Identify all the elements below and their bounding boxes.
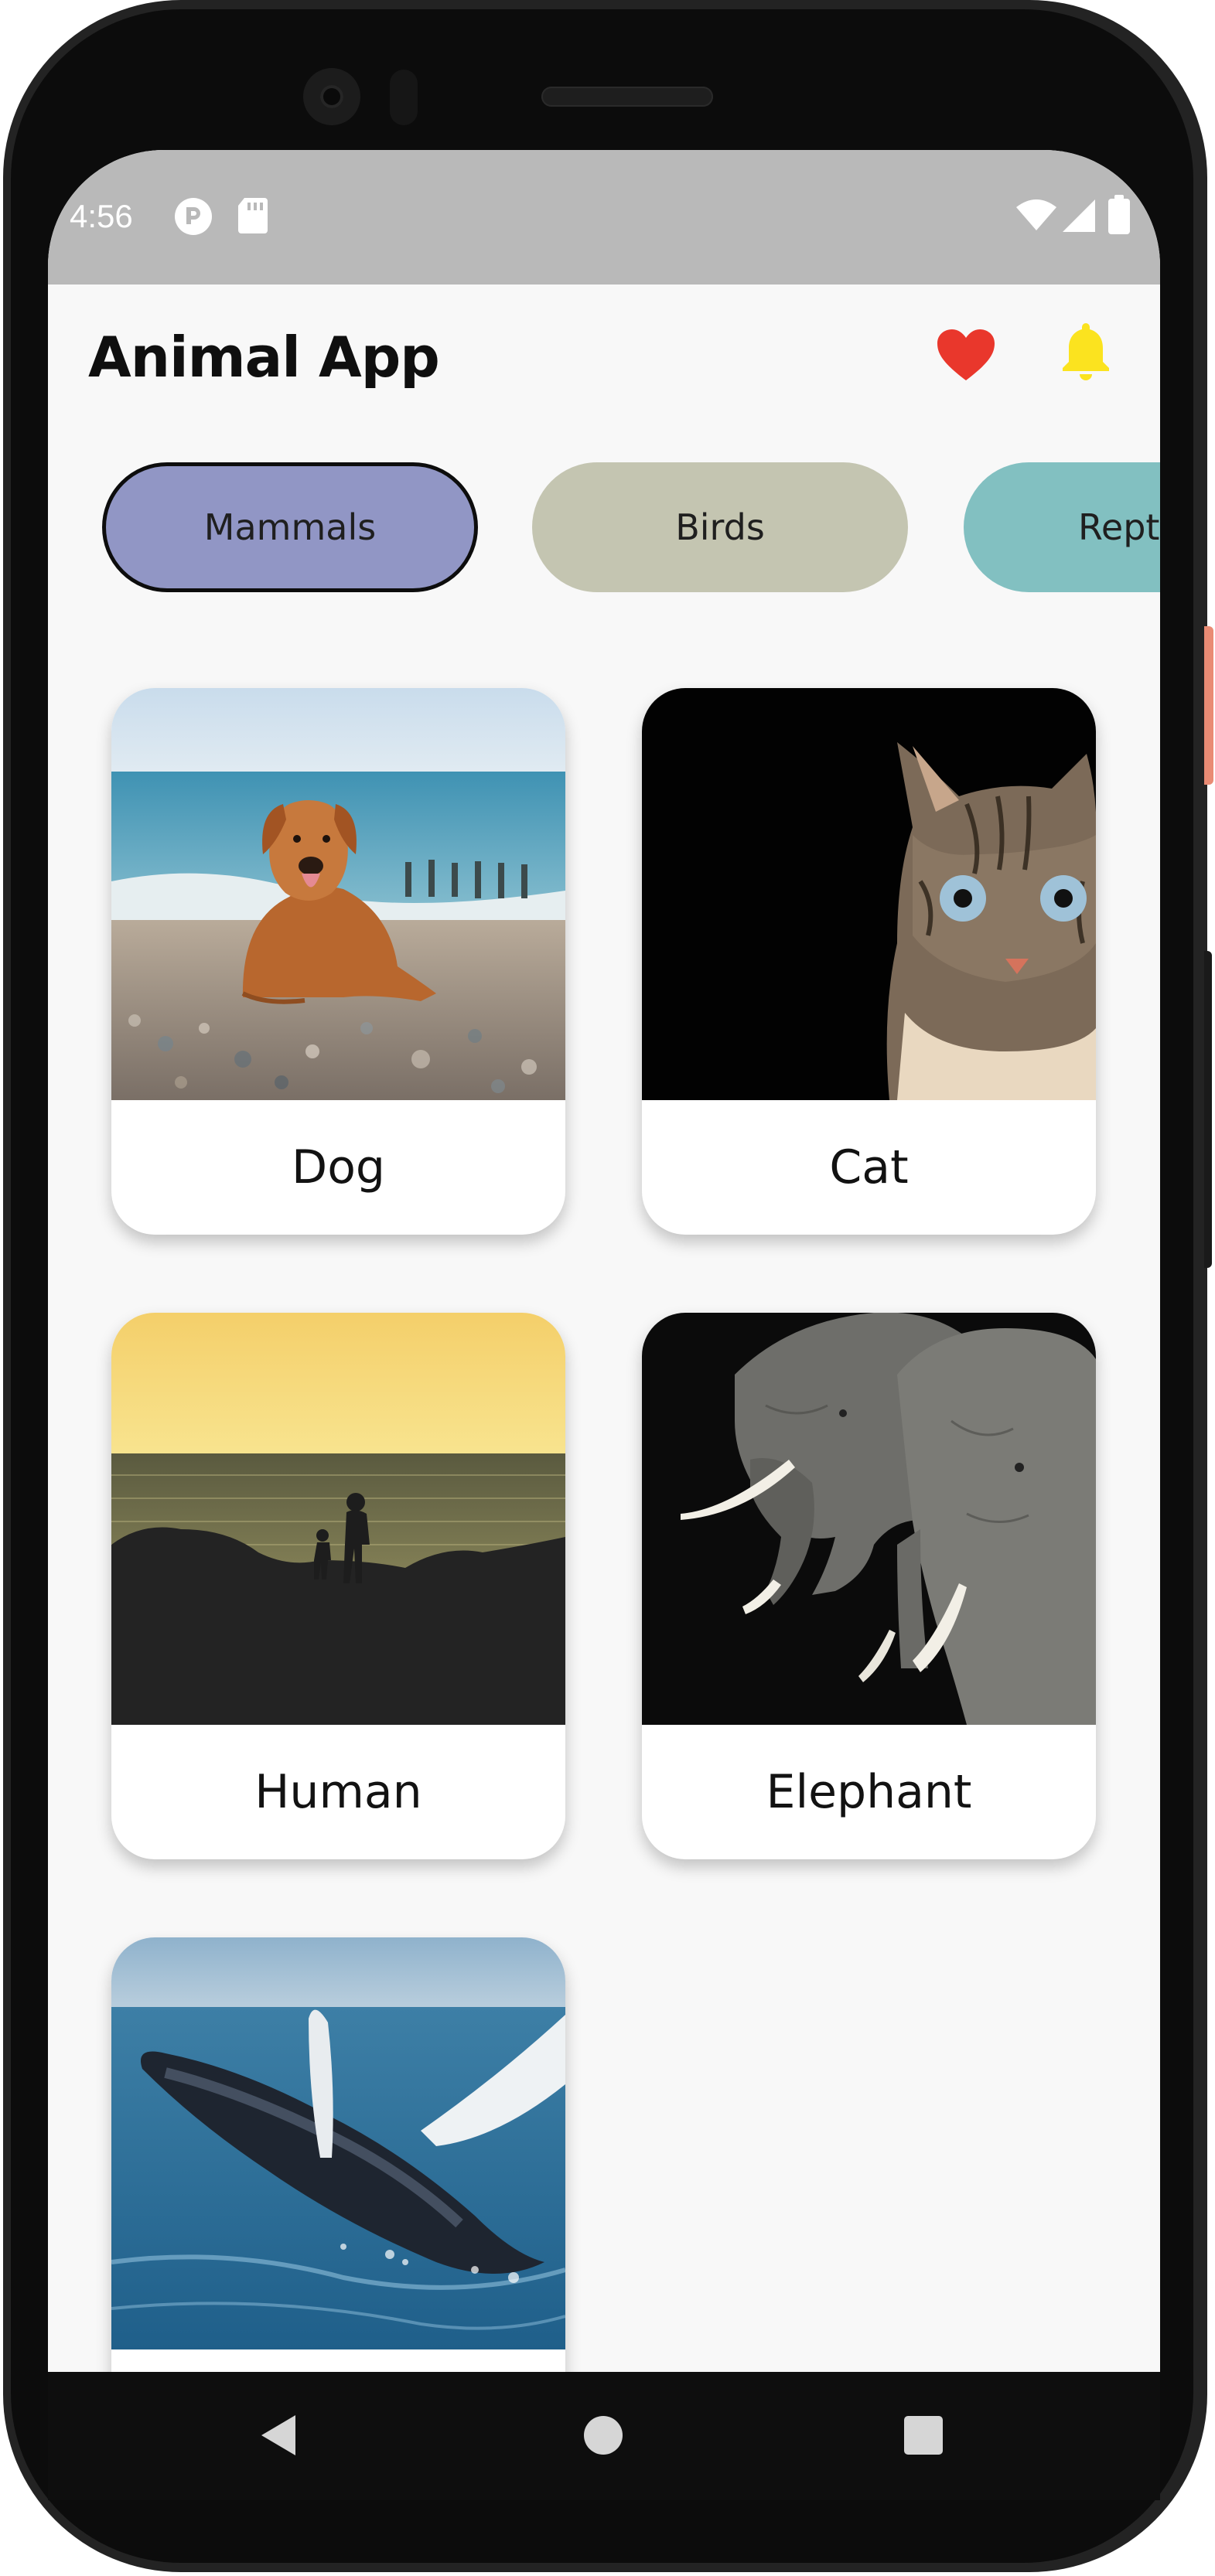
animal-card-human[interactable]: Human [111,1313,565,1859]
whale-photo [111,1937,565,2349]
animal-card-elephant[interactable]: Elephant [642,1313,1096,1859]
earpiece-speaker [541,87,713,107]
category-chip-reptiles[interactable]: Rept [964,462,1160,592]
battery-icon [1108,195,1130,234]
proximity-sensor [390,70,418,125]
back-triangle-icon[interactable] [260,2414,297,2457]
camera-lens [320,85,343,108]
animal-card-dog[interactable]: Dog [111,688,565,1235]
category-chip-label: Rept [1078,506,1160,548]
animal-card-label: Elephant [766,1765,972,1819]
category-chip-birds[interactable]: Birds [532,462,908,592]
app-title: Animal App [88,325,440,390]
power-button [1204,626,1213,785]
signal-icon [1063,199,1095,232]
cat-photo [642,688,1096,1100]
human-photo [111,1313,565,1725]
animal-card-label: Cat [829,1140,909,1194]
elephant-photo [642,1313,1096,1725]
sd-card-icon [238,198,268,233]
animal-card-label: Human [254,1765,422,1819]
animal-card-whale[interactable] [111,1937,565,2372]
heart-icon[interactable] [936,328,996,382]
navigation-bar [48,2372,1160,2500]
home-circle-icon[interactable] [583,2415,623,2455]
status-bar: 4:56 [48,150,1160,285]
volume-button [1204,951,1212,1268]
animal-card-label: Dog [292,1140,385,1194]
category-chip-mammals[interactable]: Mammals [102,462,478,592]
category-chip-label: Mammals [203,506,377,548]
recents-square-icon[interactable] [903,2415,944,2455]
wifi-icon [1016,199,1056,230]
app-notification-icon [175,198,212,235]
dog-photo [111,688,565,1100]
app-screen: 4:56 Animal App Mammals Birds Rept Dog C… [48,150,1160,2372]
animal-card-cat[interactable]: Cat [642,688,1096,1235]
status-time: 4:56 [70,198,133,234]
bell-icon[interactable] [1060,322,1112,382]
animal-card-label [111,2349,565,2372]
category-chip-label: Birds [675,506,765,548]
